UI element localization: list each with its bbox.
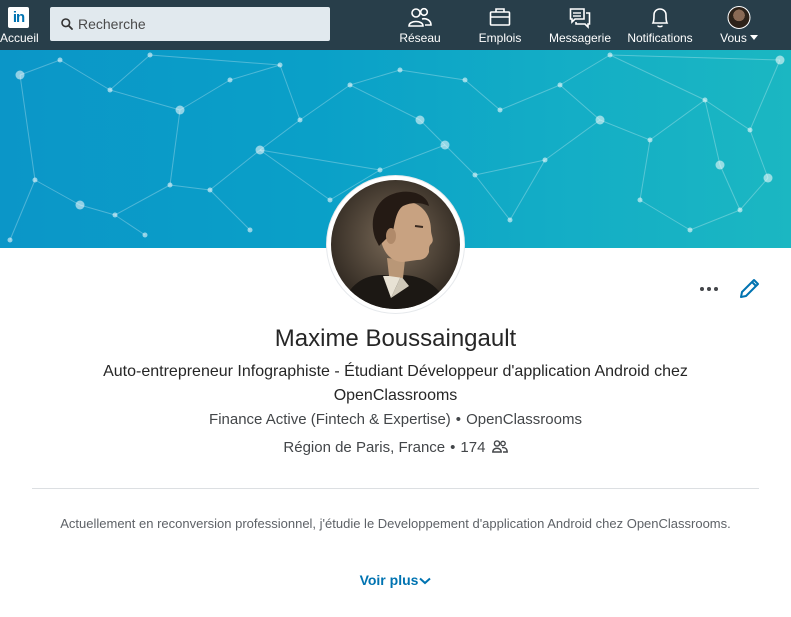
avatar <box>727 6 751 29</box>
search-input[interactable] <box>78 7 318 41</box>
profile-location: Région de Paris, France <box>283 439 446 456</box>
people-icon <box>408 7 432 27</box>
dot <box>707 287 711 291</box>
nav-label-vous: Vous <box>720 31 747 45</box>
separator-dot: • <box>455 411 462 428</box>
profile-company-line: Finance Active (Fintech & Expertise) • Ope… <box>0 411 791 428</box>
profile-photo[interactable] <box>327 176 464 313</box>
home-link[interactable]: in Accueil <box>0 0 42 50</box>
nav-label-emplois: Emplois <box>478 31 522 45</box>
linkedin-logo-icon: in <box>8 7 29 28</box>
profile-location-line: Région de Paris, France • 174 <box>0 439 791 456</box>
search-bar[interactable] <box>50 7 330 41</box>
pencil-icon <box>740 279 759 298</box>
see-more-button[interactable]: Voir plus <box>0 572 791 588</box>
search-icon <box>61 18 73 30</box>
current-company-link[interactable]: Finance Active (Fintech & Expertise) <box>209 411 451 428</box>
see-more-label: Voir plus <box>359 572 419 588</box>
caret-down-icon <box>749 35 758 40</box>
dot <box>714 287 718 291</box>
nav-item-reseau[interactable]: Réseau <box>395 0 445 50</box>
profile-headline: Auto-entrepreneur Infographiste - Étudia… <box>103 363 688 404</box>
connections-count: 174 <box>460 439 486 456</box>
top-nav: in Accueil Réseau Emplois <box>0 0 791 50</box>
nav-item-notifications[interactable]: Notifications <box>622 0 698 50</box>
divider <box>32 488 759 489</box>
briefcase-icon <box>489 8 511 26</box>
connections-link[interactable]: 174 <box>460 439 508 456</box>
nav-label-notifications: Notifications <box>627 31 693 45</box>
nav-label-reseau: Réseau <box>399 31 441 45</box>
nav-item-vous[interactable]: Vous <box>716 0 762 50</box>
nav-item-messagerie[interactable]: Messagerie <box>547 0 613 50</box>
profile-name: Maxime Boussaingault <box>274 325 517 352</box>
edit-profile-button[interactable] <box>738 276 762 300</box>
home-label: Accueil <box>0 31 39 45</box>
profile-summary: Actuellement en reconversion professionn… <box>60 516 731 531</box>
dot <box>700 287 704 291</box>
connections-icon <box>491 440 508 453</box>
chat-icon <box>569 8 591 29</box>
bell-icon <box>651 8 669 28</box>
separator-dot: • <box>450 439 456 456</box>
school-link[interactable]: OpenClassrooms <box>466 411 582 428</box>
nav-item-emplois[interactable]: Emplois <box>473 0 527 50</box>
nav-label-messagerie: Messagerie <box>548 31 612 45</box>
more-actions-button[interactable] <box>697 278 725 298</box>
chevron-down-icon <box>419 578 432 585</box>
